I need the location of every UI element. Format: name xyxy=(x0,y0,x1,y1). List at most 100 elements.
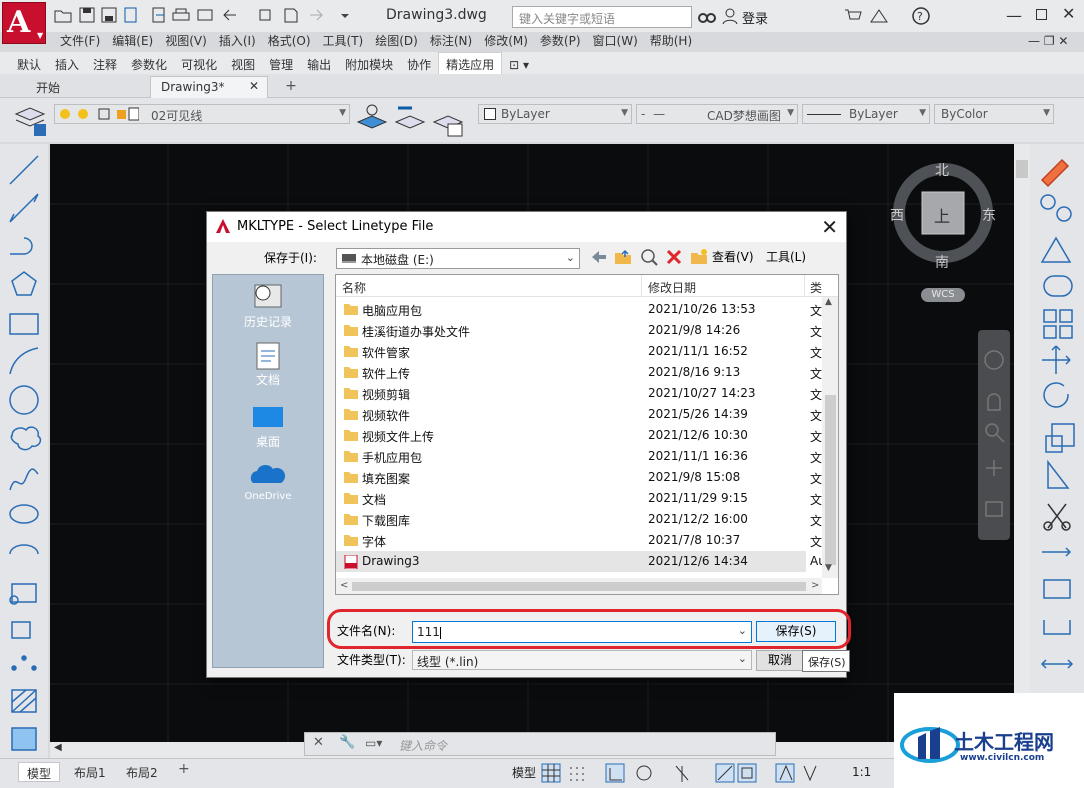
match-icon[interactable] xyxy=(258,7,276,23)
saveas-icon[interactable] xyxy=(100,7,118,23)
ribbon-tab[interactable]: 可视化 xyxy=(174,53,224,76)
command-line[interactable]: ✕ 🔧 ▭▾ 键入命令 xyxy=(304,732,776,756)
place-desktop[interactable]: 桌面 xyxy=(213,403,323,450)
close-command-icon[interactable]: ✕ xyxy=(313,735,324,750)
menu-format[interactable]: 格式(O) xyxy=(268,32,311,49)
view-menu[interactable]: 查看(V) xyxy=(712,248,754,265)
scroll-up-icon[interactable]: ▲ xyxy=(825,297,832,307)
file-row[interactable]: 桂溪街道办事处文件 2021/9/8 14:26 文 xyxy=(336,320,822,341)
menu-window[interactable]: 窗口(W) xyxy=(593,32,638,49)
ribbon-tab[interactable]: 输出 xyxy=(300,53,338,76)
ribbon-tab[interactable]: 插入 xyxy=(48,53,86,76)
cart-icon[interactable] xyxy=(844,8,862,24)
layer-combo[interactable]: 02可见线 ▼ xyxy=(54,104,350,124)
viewcube[interactable]: 北 南 西 东 上 xyxy=(890,160,996,272)
file-row[interactable]: Drawing3 2021/12/6 14:34 Au xyxy=(336,551,826,572)
file-row[interactable]: 下载图库 2021/12/2 16:00 文 xyxy=(336,509,822,530)
ribbon-tab[interactable]: 视图 xyxy=(224,53,262,76)
place-documents[interactable]: 文档 xyxy=(213,341,323,388)
menu-modify[interactable]: 修改(M) xyxy=(484,32,528,49)
viewcube-north[interactable]: 北 xyxy=(935,160,949,180)
lineweight-combo[interactable]: ByLayer ▼ xyxy=(802,104,930,124)
ribbon-tab[interactable]: 附加模块 xyxy=(338,53,400,76)
menu-parametric[interactable]: 参数(P) xyxy=(540,32,581,49)
ribbon-tab[interactable]: 注释 xyxy=(86,53,124,76)
scroll-down-icon[interactable]: ▼ xyxy=(825,563,832,573)
layer-properties-icon[interactable] xyxy=(12,102,50,138)
menu-help[interactable]: 帮助(H) xyxy=(650,32,692,49)
hscroll-thumb[interactable] xyxy=(352,582,806,591)
wrench-icon[interactable]: 🔧 xyxy=(339,735,355,750)
export-icon[interactable] xyxy=(150,7,168,23)
quick-access-dropdown-icon[interactable] xyxy=(340,7,358,23)
menu-draw[interactable]: 绘图(D) xyxy=(375,32,418,49)
paste-icon[interactable] xyxy=(282,7,300,23)
doc-window-controls[interactable]: — ❐ ✕ xyxy=(1028,34,1068,48)
navigation-bar[interactable] xyxy=(978,330,1010,540)
file-row[interactable]: 软件管家 2021/11/1 16:52 文 xyxy=(336,341,822,362)
menu-tools[interactable]: 工具(T) xyxy=(323,32,364,49)
viewcube-south[interactable]: 南 xyxy=(935,252,949,272)
print-icon[interactable] xyxy=(172,7,190,23)
ribbon-options-icon[interactable]: ⊡ ▾ xyxy=(502,55,536,75)
tab-drawing3[interactable]: Drawing3* ✕ xyxy=(150,76,268,98)
scroll-thumb[interactable] xyxy=(825,395,836,565)
tab-start[interactable]: 开始 xyxy=(26,76,70,98)
redo-icon[interactable] xyxy=(306,7,324,23)
ribbon-tab[interactable]: 默认 xyxy=(10,53,48,76)
status-tool-icons[interactable] xyxy=(540,762,840,784)
layout-tab-1[interactable]: 布局1 xyxy=(66,762,114,782)
search-web-icon[interactable] xyxy=(640,248,658,266)
back-icon[interactable] xyxy=(590,249,608,265)
filetype-select[interactable]: 线型 (*.lin) ⌄ xyxy=(412,650,752,670)
menu-edit[interactable]: 编辑(E) xyxy=(112,32,153,49)
file-row[interactable]: 视频文件上传 2021/12/6 10:30 文 xyxy=(336,425,822,446)
viewcube-top-face[interactable]: 上 xyxy=(934,203,950,227)
file-row[interactable]: 文档 2021/11/29 9:15 文 xyxy=(336,488,822,509)
command-input[interactable]: 键入命令 xyxy=(399,737,447,754)
command-history-icon[interactable]: ▭▾ xyxy=(365,736,382,750)
file-list[interactable]: 名称 ^ 修改日期 类 电脑应用包 2021/10/26 13:53 文桂溪街道办事… xyxy=(335,274,839,595)
layout-tab-model[interactable]: 模型 xyxy=(18,762,61,782)
canvas-vertical-scrollbar[interactable] xyxy=(1014,144,1030,742)
help-icon[interactable]: ? xyxy=(912,7,930,25)
file-row[interactable]: 电脑应用包 2021/10/26 13:53 文 xyxy=(336,299,822,320)
column-type[interactable]: 类 xyxy=(810,279,822,296)
new-tab-button[interactable]: + xyxy=(280,78,302,96)
ribbon-tab[interactable]: 协作 xyxy=(400,53,438,76)
ribbon-tab[interactable]: 参数化 xyxy=(124,53,174,76)
column-date[interactable]: 修改日期 xyxy=(648,279,696,296)
file-row[interactable]: 填充图案 2021/9/8 15:08 文 xyxy=(336,467,822,488)
up-folder-icon[interactable] xyxy=(614,248,632,266)
plot-icon[interactable] xyxy=(196,7,214,23)
color-combo[interactable]: ByLayer ▼ xyxy=(478,104,632,124)
model-space-button[interactable]: 模型 xyxy=(512,764,536,781)
column-name[interactable]: 名称 xyxy=(342,279,366,296)
file-row[interactable]: 字体 2021/7/8 10:37 文 xyxy=(336,530,822,551)
place-history[interactable]: 历史记录 xyxy=(213,283,323,330)
dialog-close-icon[interactable]: ✕ xyxy=(821,215,838,239)
scroll-left-icon[interactable]: < xyxy=(340,580,348,591)
file-row[interactable]: 软件上传 2021/8/16 9:13 文 xyxy=(336,362,822,383)
linetype-combo[interactable]: - — CAD梦想画图 ▼ xyxy=(636,104,798,124)
wcs-menu[interactable]: WCS xyxy=(921,288,965,302)
menu-insert[interactable]: 插入(I) xyxy=(219,32,256,49)
menu-view[interactable]: 视图(V) xyxy=(165,32,207,49)
tools-menu[interactable]: 工具(L) xyxy=(766,248,806,265)
layout-tab-2[interactable]: 布局2 xyxy=(118,762,166,782)
viewcube-west[interactable]: 西 xyxy=(890,205,904,225)
new-folder-icon[interactable] xyxy=(690,248,708,266)
annotation-scale[interactable]: 1:1 xyxy=(852,765,871,779)
plotstyle-combo[interactable]: ByColor ▼ xyxy=(934,104,1054,124)
delete-icon[interactable] xyxy=(666,249,682,265)
file-row[interactable]: 视频软件 2021/5/26 14:39 文 xyxy=(336,404,822,425)
app-menu-button[interactable]: A ▼ xyxy=(2,2,46,44)
save-in-select[interactable]: 本地磁盘 (E:) ⌄ xyxy=(336,248,580,269)
undo-icon[interactable] xyxy=(222,7,240,23)
close-icon[interactable]: ✕ xyxy=(1062,4,1075,23)
a360-icon[interactable] xyxy=(868,8,890,24)
ribbon-tab[interactable]: 管理 xyxy=(262,53,300,76)
login-link[interactable]: 登录 xyxy=(742,8,768,27)
tab-close-icon[interactable]: ✕ xyxy=(249,79,259,93)
viewcube-east[interactable]: 东 xyxy=(982,205,996,225)
